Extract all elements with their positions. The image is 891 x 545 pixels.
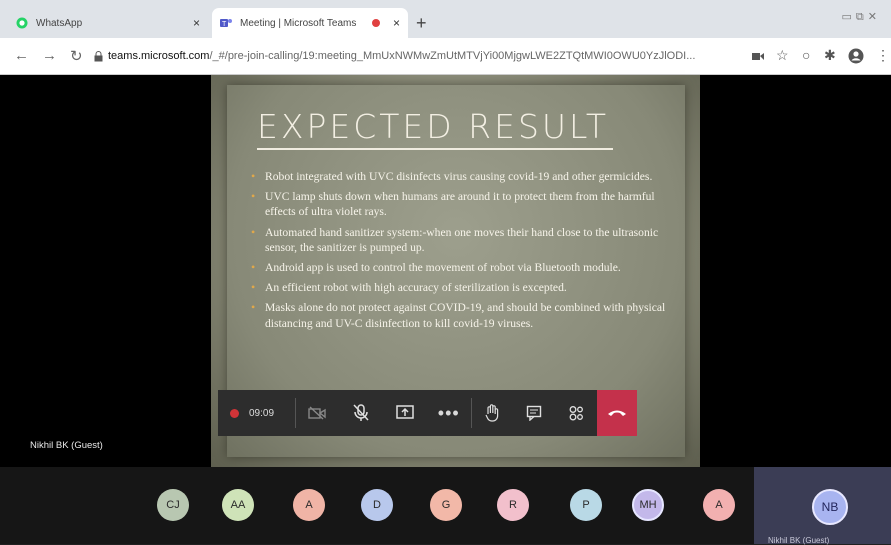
url-path: /_#/pre-join-calling/19:meeting_MmUxNWMw…	[209, 50, 696, 62]
camera-toggle-button[interactable]	[296, 390, 340, 436]
svg-text:T: T	[222, 21, 227, 28]
url-host: teams.microsoft.com	[108, 50, 210, 62]
forward-icon[interactable]: →	[42, 47, 57, 64]
chat-icon	[527, 405, 542, 421]
recording-indicator-icon	[371, 19, 380, 27]
minimize-icon[interactable]: ▭	[842, 11, 856, 23]
reload-icon[interactable]: ↻	[70, 47, 83, 65]
raise-hand-icon	[485, 404, 499, 422]
slide-bullet: UVC lamp shuts down when humans are arou…	[251, 189, 681, 219]
raise-hand-button[interactable]	[472, 390, 514, 436]
participant-avatar[interactable]: AA	[222, 489, 254, 521]
hang-up-button[interactable]	[597, 390, 638, 436]
profile-icon[interactable]	[848, 48, 864, 64]
participants-icon	[569, 406, 584, 421]
whatsapp-icon	[16, 17, 28, 29]
more-options-icon: •••	[437, 402, 460, 423]
url-field[interactable]: teams.microsoft.com/_#/pre-join-calling/…	[108, 50, 748, 62]
participants-button[interactable]	[555, 390, 597, 436]
mic-toggle-button[interactable]	[339, 390, 383, 436]
extension-icon[interactable]: ○	[802, 47, 810, 63]
participant-avatar[interactable]: P	[570, 489, 602, 521]
recording-timer: 09:09	[218, 390, 295, 436]
close-tab-icon[interactable]: ×	[193, 16, 200, 30]
slide-bullet: Android app is used to control the movem…	[251, 260, 681, 275]
puzzle-extensions-icon[interactable]: ✱	[824, 47, 836, 64]
camera-off-icon	[308, 406, 327, 420]
slide-bullet: Masks alone do not protect against COVID…	[251, 300, 681, 330]
tab-whatsapp[interactable]: WhatsApp ×	[8, 8, 208, 38]
slide-bullet: Automated hand sanitizer system:-when on…	[251, 225, 681, 255]
tab-label: WhatsApp	[36, 17, 83, 29]
slide-title: EXPECTED RESULT	[257, 107, 610, 146]
phone-hangup-icon	[608, 410, 627, 416]
window-controls[interactable]: ▭⧉✕	[842, 10, 881, 24]
address-bar-row: ← → ↻ teams.microsoft.com/_#/pre-join-ca…	[0, 38, 891, 75]
slide-bullet-list: Robot integrated with UVC disinfects vir…	[251, 169, 681, 336]
back-icon[interactable]: ←	[14, 47, 29, 64]
tab-teams-meeting[interactable]: T Meeting | Microsoft Teams ×	[212, 8, 408, 38]
menu-kebab-icon[interactable]: ⋮	[876, 47, 890, 64]
tab-label: Meeting | Microsoft Teams	[240, 17, 357, 29]
camera-icon[interactable]	[752, 52, 764, 61]
teams-icon: T	[220, 19, 232, 28]
title-underline	[257, 148, 613, 150]
bookmark-star-icon[interactable]: ☆	[776, 47, 789, 64]
self-avatar[interactable]: NB	[812, 489, 848, 525]
participant-avatar[interactable]: R	[497, 489, 529, 521]
close-window-icon[interactable]: ✕	[868, 11, 881, 23]
lock-icon[interactable]	[94, 51, 103, 62]
recording-dot-icon	[230, 408, 239, 418]
participant-avatar[interactable]: D	[361, 489, 393, 521]
browser-tab-bar: WhatsApp × T Meeting | Microsoft Teams ×…	[0, 0, 891, 38]
participant-avatar[interactable]: MH	[632, 489, 664, 521]
participant-avatar[interactable]: A	[703, 489, 735, 521]
chat-button[interactable]	[513, 390, 555, 436]
participant-avatar[interactable]: G	[430, 489, 462, 521]
slide-bullet: Robot integrated with UVC disinfects vir…	[251, 169, 681, 184]
share-screen-button[interactable]	[383, 390, 427, 436]
presenter-name-label: Nikhil BK (Guest)	[30, 440, 103, 451]
slide-bullet: An efficient robot with high accuracy of…	[251, 280, 681, 295]
close-tab-icon[interactable]: ×	[393, 16, 400, 30]
participant-avatar[interactable]: A	[293, 489, 325, 521]
participant-avatar[interactable]: CJ	[157, 489, 189, 521]
call-timer: 09:09	[249, 407, 275, 419]
mic-off-icon	[353, 404, 369, 421]
new-tab-button[interactable]: +	[416, 13, 427, 34]
share-screen-icon	[396, 405, 414, 419]
more-actions-button[interactable]: •••	[427, 390, 471, 436]
call-controls-bar: 09:09 •••	[218, 390, 638, 436]
restore-icon[interactable]: ⧉	[856, 11, 868, 23]
